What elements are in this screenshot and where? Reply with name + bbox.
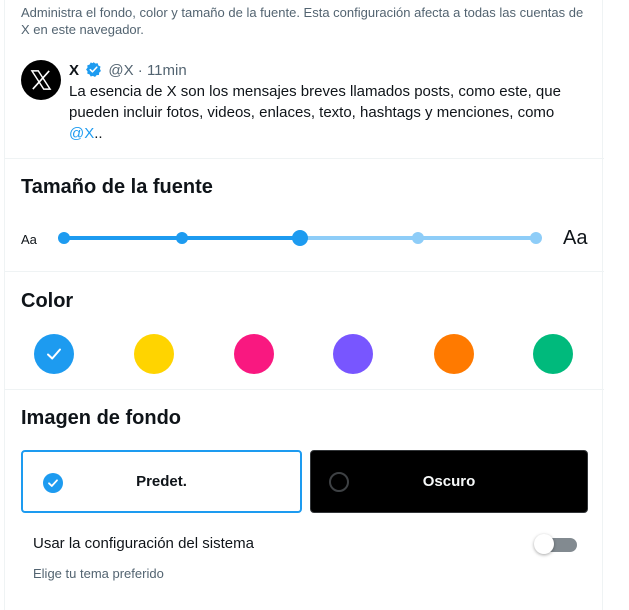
system-setting-toggle-knob[interactable]: [534, 534, 554, 554]
divider: [5, 271, 604, 272]
post-timestamp: 11min: [146, 62, 187, 79]
background-title: Imagen de fondo: [21, 407, 181, 429]
color-swatch-blue[interactable]: [34, 334, 74, 374]
radio-unchecked-icon: [329, 472, 349, 492]
post-text: La esencia de X son los mensajes breves …: [69, 83, 561, 121]
background-option-default[interactable]: Predet.: [21, 450, 302, 513]
post-separator: ·: [137, 62, 143, 79]
system-setting-sublabel: Elige tu tema preferido: [33, 566, 164, 581]
divider: [5, 389, 604, 390]
font-size-large-label: Aa: [563, 227, 588, 249]
font-size-step-2[interactable]: [176, 232, 188, 244]
font-size-step-3[interactable]: [292, 230, 308, 246]
settings-description: Administra el fondo, color y tamaño de l…: [21, 5, 584, 37]
color-swatch-purple[interactable]: [333, 334, 373, 374]
background-option-label: Oscuro: [422, 473, 476, 490]
color-title: Color: [21, 290, 74, 312]
background-option-label: Predet.: [136, 473, 187, 490]
divider: [5, 158, 604, 159]
checkmark-icon: [47, 348, 61, 360]
radio-checked-icon: [43, 473, 63, 493]
color-swatch-pink[interactable]: [234, 334, 274, 374]
font-size-step-5[interactable]: [530, 232, 542, 244]
font-size-step-1[interactable]: [58, 232, 70, 244]
post-text-end: ..: [94, 125, 103, 142]
font-size-title: Tamaño de la fuente: [21, 176, 213, 198]
background-option-dark[interactable]: Oscuro: [310, 450, 588, 513]
display-settings-panel: Administra el fondo, color y tamaño de l…: [4, 0, 604, 610]
color-swatch-orange[interactable]: [434, 334, 474, 374]
post-body: La esencia de X son los mensajes breves …: [69, 81, 589, 144]
font-size-step-4[interactable]: [412, 232, 424, 244]
color-swatch-green[interactable]: [533, 334, 573, 374]
font-size-small-label: Aa: [21, 232, 37, 247]
post-author-name: X: [69, 62, 80, 79]
post-handle: @X: [108, 62, 134, 79]
system-setting-label: Usar la configuración del sistema: [33, 535, 254, 552]
avatar: [21, 60, 61, 100]
color-swatch-yellow[interactable]: [134, 334, 174, 374]
post-mention[interactable]: @X: [69, 125, 94, 142]
x-logo-icon: [30, 70, 52, 90]
